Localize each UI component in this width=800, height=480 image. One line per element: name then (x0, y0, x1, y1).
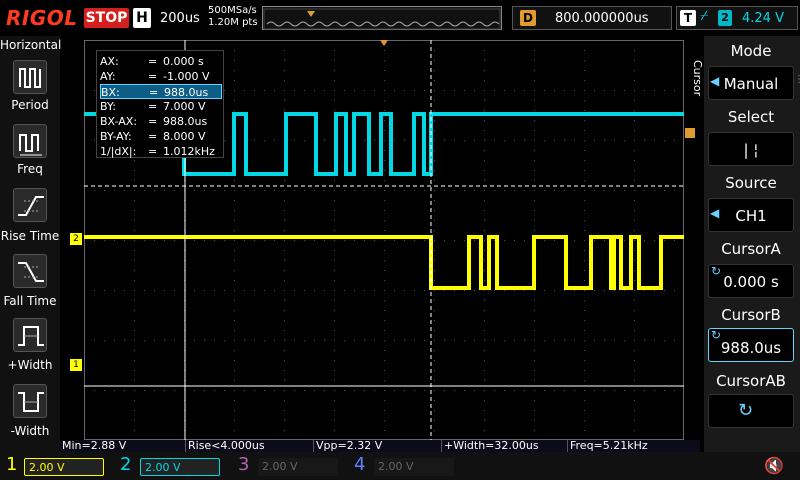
measure-period-label[interactable]: Period (0, 98, 60, 112)
cursor-readout-eq: = (148, 130, 158, 143)
cursor-b-value: 988.0us (720, 339, 782, 357)
horizontal-badge: H (133, 8, 151, 28)
scroll-dot: ⋮ (794, 74, 800, 85)
cursor-readout-row: BX-AX: = 988.0us (100, 114, 222, 129)
rising-edge-icon: ⌿ (700, 8, 709, 24)
waveform-overview (262, 6, 502, 30)
cursor-readout-key: BX: (101, 86, 120, 99)
cursor-a-heading: CursorA (721, 240, 781, 258)
cursor-a-value: 0.000 s (723, 273, 779, 291)
cursor-readout-row: AX: = 0.000 s (100, 54, 222, 69)
delay-value: 800.000000us (555, 11, 649, 26)
measurement-freq[interactable]: Freq=5.21kHz (568, 440, 700, 452)
ch3-number[interactable]: 3 (238, 454, 249, 475)
ch2-scale[interactable]: 2.00 V (140, 458, 220, 476)
cursor-readout-value: 988.0us (164, 86, 209, 99)
cursor-readout-row: AY: = -1.000 V (100, 69, 222, 84)
ch2-offset-marker[interactable]: 2 (70, 233, 82, 245)
plus-width-icon[interactable] (13, 318, 47, 352)
measure-fall-time-label[interactable]: Fall Time (0, 294, 60, 308)
cursor-readout-value: 7.000 V (163, 100, 206, 113)
mode-heading: Mode (730, 42, 772, 60)
period-icon[interactable] (13, 60, 47, 94)
cursor-readout-eq: = (148, 55, 158, 68)
rise-time-icon[interactable] (13, 188, 47, 222)
cursor-readout-row: 1/|dX|: = 1.012kHz (100, 144, 222, 159)
cursor-readout-value: -1.000 V (163, 70, 210, 83)
cursor-readout-key: AY: (100, 70, 116, 83)
cursor-readout-row: BX: = 988.0us (100, 84, 222, 99)
cursor-ab-heading: CursorAB (716, 372, 786, 390)
measure-plus-width-label[interactable]: +Width (0, 358, 60, 372)
cursor-readout-value: 0.000 s (163, 55, 204, 68)
measure-minus-width-label[interactable]: -Width (0, 424, 60, 438)
trigger-source-badge: 2 (718, 10, 732, 26)
ch1-offset-marker[interactable]: 1 (70, 359, 82, 371)
ch2-number[interactable]: 2 (120, 454, 131, 475)
trigger-level-marker[interactable] (685, 128, 695, 138)
trigger-badge: T (680, 10, 696, 26)
knob-icon: ↻ (738, 400, 754, 421)
measurement-plus-width[interactable]: +Width=32.00us (442, 440, 568, 452)
cursor-readout-eq: = (149, 86, 159, 99)
run-stop-indicator[interactable]: STOP (84, 8, 129, 28)
cursor-readout-value: 1.012kHz (163, 145, 215, 158)
cursor-readout-eq: = (148, 70, 158, 83)
cursor-readout-key: BX-AX: (100, 115, 138, 128)
measure-freq-label[interactable]: Freq (0, 162, 60, 176)
measurement-min[interactable]: Min=2.88 V (60, 440, 186, 452)
cursor-readout-eq: = (148, 115, 158, 128)
brand-logo: RIGOL (6, 6, 78, 30)
measure-rise-time-label[interactable]: Rise Time (0, 229, 60, 243)
timebase-value[interactable]: 200us (160, 11, 200, 26)
measurement-vpp[interactable]: Vpp=2.32 V (314, 440, 442, 452)
cursor-readout-key: BY-AY: (100, 130, 132, 143)
cursor-readout-value: 988.0us (163, 115, 208, 128)
cursor-b-heading: CursorB (721, 306, 781, 324)
speaker-mute-icon[interactable]: 🔇 (764, 456, 784, 475)
delay-badge: D (520, 10, 536, 26)
ch4-scale[interactable]: 2.00 V (374, 458, 454, 476)
memory-depth: 1.20M pts (208, 17, 258, 28)
trigger-level: 4.24 V (742, 11, 784, 26)
cursor-readout-value: 8.000 V (163, 130, 206, 143)
source-value: CH1 (735, 207, 767, 225)
source-heading: Source (725, 174, 777, 192)
ch1-scale[interactable]: 2.00 V (24, 458, 104, 476)
freq-icon[interactable] (13, 124, 47, 158)
minus-width-icon[interactable] (13, 384, 47, 418)
measurement-rise[interactable]: Rise<4.000us (186, 440, 314, 452)
cursor-readout-row: BY-AY: = 8.000 V (100, 129, 222, 144)
left-panel-title: Horizontal (0, 38, 62, 52)
mode-value: Manual (723, 75, 779, 93)
ch3-scale[interactable]: 2.00 V (258, 458, 338, 476)
cursor-readout-key: 1/|dX|: (100, 145, 137, 158)
cursor-readout-eq: = (148, 145, 158, 158)
ch1-number[interactable]: 1 (6, 454, 17, 475)
cursor-readout-key: BY: (100, 100, 116, 113)
cursor-readout-eq: = (148, 100, 158, 113)
cursor-readout-key: AX: (100, 55, 119, 68)
menu-side-label: Cursor (691, 60, 704, 97)
select-heading: Select (727, 108, 775, 126)
fall-time-icon[interactable] (13, 254, 47, 288)
select-value: | ¦ (743, 141, 759, 159)
cursor-readout-row: BY: = 7.000 V (100, 99, 222, 114)
sample-rate: 500MSa/s (208, 5, 257, 16)
ch4-number[interactable]: 4 (354, 454, 365, 475)
